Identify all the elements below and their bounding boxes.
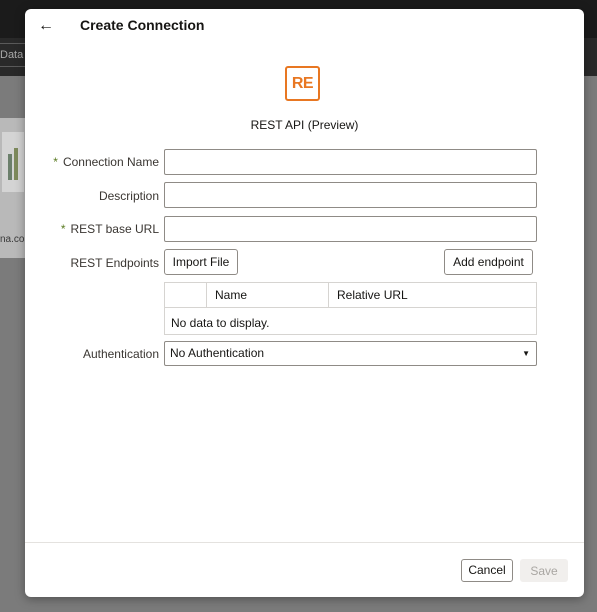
create-connection-dialog: ← Create Connection RE REST API (Preview… xyxy=(25,9,584,597)
selection-column-header xyxy=(165,283,207,307)
authentication-select[interactable]: No Authentication ▼ xyxy=(164,341,537,366)
endpoints-table: Name Relative URL No data to display. xyxy=(164,282,537,335)
background-card-label: na.co xyxy=(0,234,25,245)
connection-name-input[interactable] xyxy=(164,149,537,175)
connection-name-label-text: Connection Name xyxy=(62,155,159,169)
rest-base-url-label-text: REST base URL xyxy=(70,222,159,236)
required-marker: * xyxy=(53,155,58,169)
thumbnail-bar xyxy=(8,154,12,180)
back-arrow-icon[interactable]: ← xyxy=(35,16,57,38)
rest-endpoints-label: REST Endpoints xyxy=(70,256,160,270)
footer-divider xyxy=(25,542,584,543)
connector-type-name: REST API (Preview) xyxy=(250,118,359,132)
connection-name-label: * Connection Name xyxy=(53,155,159,169)
authentication-label: Authentication xyxy=(82,347,159,361)
name-column-header[interactable]: Name xyxy=(207,283,329,307)
required-marker: * xyxy=(60,222,66,236)
cancel-button[interactable]: Cancel xyxy=(461,559,513,582)
endpoints-empty-message: No data to display. xyxy=(171,316,270,330)
dialog-title: Create Connection xyxy=(80,17,205,33)
rest-base-url-label: * REST base URL xyxy=(61,222,159,236)
background-card: na.co xyxy=(0,118,27,258)
relative-url-column-header[interactable]: Relative URL xyxy=(329,283,536,307)
add-endpoint-button[interactable]: Add endpoint xyxy=(444,249,533,275)
rest-api-logo-icon: RE xyxy=(285,66,320,101)
background-thumbnail xyxy=(2,132,24,192)
description-label: Description xyxy=(98,189,159,203)
description-input[interactable] xyxy=(164,182,537,208)
caret-down-icon: ▼ xyxy=(522,349,530,358)
endpoints-table-header: Name Relative URL xyxy=(165,283,536,308)
authentication-selected-value: No Authentication xyxy=(170,346,265,360)
save-button[interactable]: Save xyxy=(520,559,568,582)
import-file-button[interactable]: Import File xyxy=(164,249,238,275)
thumbnail-bar xyxy=(14,148,18,180)
rest-base-url-input[interactable] xyxy=(164,216,537,242)
